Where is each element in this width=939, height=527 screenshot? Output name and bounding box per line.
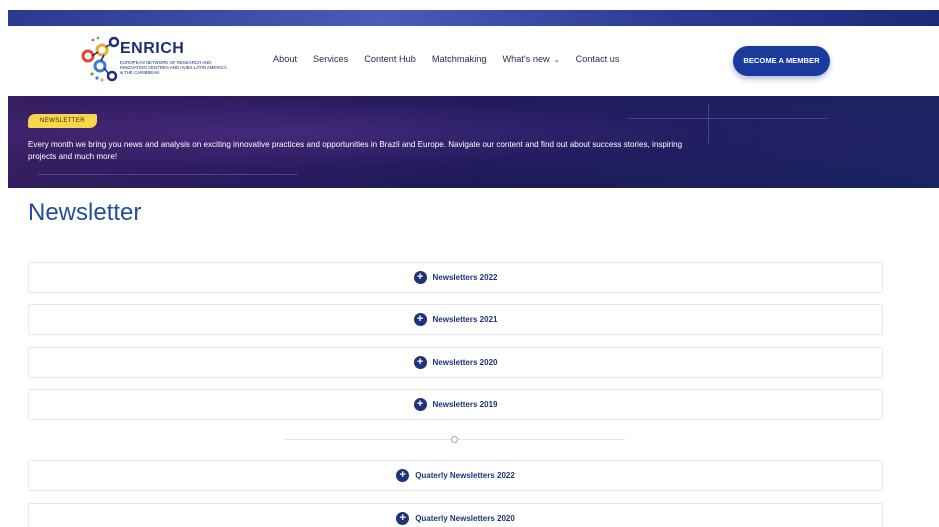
divider-dot <box>451 436 458 443</box>
enrich-logo[interactable]: ENRICH European Network of Research and … <box>80 32 240 90</box>
logo-subtitle: European Network of Research and Innovat… <box>120 60 227 75</box>
hero-decor-line <box>38 174 298 175</box>
logo-network-icon <box>81 36 120 82</box>
hero-decor-line <box>708 104 709 144</box>
become-member-button[interactable]: BECOME A MEMBER <box>733 46 830 76</box>
main-menu: About Services Content Hub Matchmaking W… <box>273 54 635 64</box>
accordion-label: Newsletters 2020 <box>432 358 498 367</box>
menu-item-matchmaking[interactable]: Matchmaking <box>432 54 487 64</box>
accordion-newsletters-2022[interactable]: + Newsletters 2022 <box>28 262 883 293</box>
plus-circle-icon: + <box>413 356 427 369</box>
hero-banner: NEWSLETTER Every month we bring you news… <box>8 96 939 188</box>
accordion-header: + Quaterly Newsletters 2020 <box>29 504 882 527</box>
hero-description: Every month we bring you news and analys… <box>28 140 683 161</box>
accordion-header: + Newsletters 2022 <box>29 263 882 292</box>
accordion-label: Newsletters 2019 <box>432 400 498 409</box>
top-banner-strip <box>0 0 939 26</box>
logo-title: ENRICH <box>120 40 185 57</box>
accordion-newsletters-2021[interactable]: + Newsletters 2021 <box>28 304 883 335</box>
plus-circle-icon: + <box>413 398 427 411</box>
accordion-label: Newsletters 2021 <box>432 315 498 324</box>
plus-circle-icon: + <box>396 512 410 525</box>
menu-item-content-hub[interactable]: Content Hub <box>364 54 416 64</box>
page-title: Newsletter <box>28 199 142 226</box>
accordion-label: Quaterly Newsletters 2022 <box>415 471 515 480</box>
accordion-header: + Newsletters 2019 <box>29 390 882 419</box>
menu-item-whats-new[interactable]: What's new ⌄ <box>502 54 559 64</box>
accordion-newsletters-2019[interactable]: + Newsletters 2019 <box>28 389 883 420</box>
accordion-header: + Quaterly Newsletters 2022 <box>29 461 882 490</box>
chevron-down-icon: ⌄ <box>553 57 560 64</box>
newsletter-badge: NEWSLETTER <box>28 114 98 128</box>
menu-item-about[interactable]: About <box>273 54 297 64</box>
accordion-quarterly-2022[interactable]: + Quaterly Newsletters 2022 <box>28 460 883 491</box>
accordion-quarterly-2020[interactable]: + Quaterly Newsletters 2020 <box>28 503 883 527</box>
accordion-label: Quaterly Newsletters 2020 <box>415 514 515 523</box>
accordion-newsletters-2020[interactable]: + Newsletters 2020 <box>28 347 883 378</box>
accordion-header: + Newsletters 2020 <box>29 348 882 377</box>
accordion-header: + Newsletters 2021 <box>29 305 882 334</box>
menu-item-whats-new-label: What's new <box>502 54 550 64</box>
menu-item-services[interactable]: Services <box>313 54 348 64</box>
site-header: ENRICH European Network of Research and … <box>8 26 939 96</box>
plus-circle-icon: + <box>413 313 427 326</box>
top-banner-image <box>8 10 939 26</box>
plus-circle-icon: + <box>413 271 427 284</box>
plus-circle-icon: + <box>396 469 410 482</box>
hero-decor-line <box>628 118 828 119</box>
accordion-label: Newsletters 2022 <box>432 273 498 282</box>
menu-item-contact-us[interactable]: Contact us <box>576 54 620 64</box>
